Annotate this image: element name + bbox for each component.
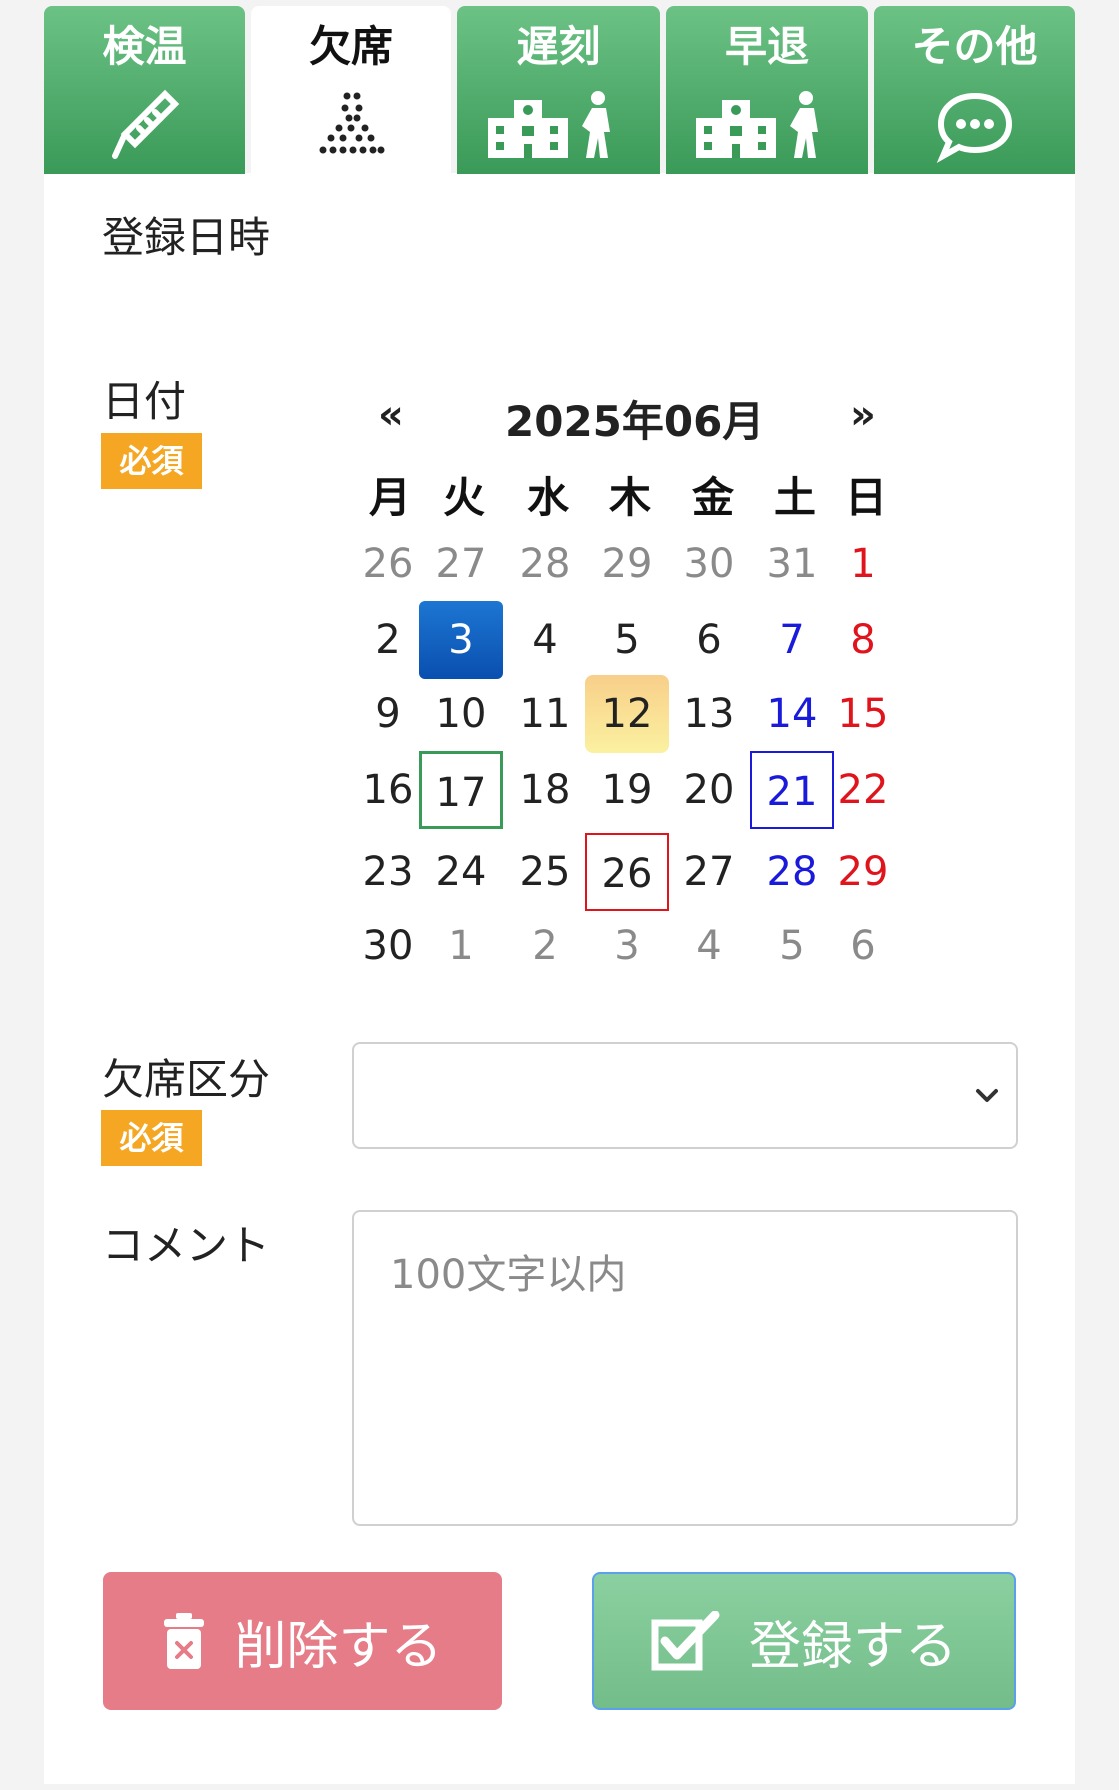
calendar-day[interactable]: 26 [346, 525, 430, 603]
chevron-down-icon [976, 1089, 998, 1102]
required-badge: 必須 [101, 433, 202, 489]
calendar-day[interactable]: 23 [346, 833, 430, 911]
calendar-day[interactable]: 3 [585, 907, 669, 985]
calendar-day[interactable]: 12 [585, 675, 669, 753]
absence-dots-icon [251, 86, 451, 166]
calendar-day[interactable]: 30 [346, 907, 430, 985]
weekday-mon: 月 [368, 473, 411, 522]
calendar-day[interactable]: 15 [821, 675, 905, 753]
calendar-day[interactable]: 4 [667, 907, 751, 985]
calendar-day[interactable]: 18 [503, 751, 587, 829]
calendar-day[interactable]: 26 [585, 833, 669, 911]
absence-type-select[interactable] [352, 1042, 1018, 1149]
tab-late[interactable]: 遅刻 [457, 6, 660, 174]
calendar-day[interactable]: 22 [821, 751, 905, 829]
weekday-fri: 金 [691, 473, 734, 522]
save-button-label: 登録する [748, 1616, 957, 1677]
calendar-day[interactable]: 20 [667, 751, 751, 829]
calendar-title: 2025年06月 [505, 397, 765, 446]
required-badge: 必須 [101, 1110, 202, 1166]
calendar-day[interactable]: 2 [503, 907, 587, 985]
calendar-day[interactable]: 29 [585, 525, 669, 603]
registered-at-label: 登録日時 [102, 213, 271, 262]
save-button[interactable]: 登録する [592, 1572, 1016, 1710]
calendar-day[interactable]: 6 [667, 601, 751, 679]
tab-other[interactable]: その他 [874, 6, 1075, 174]
weekday-tue: 火 [442, 473, 485, 522]
calendar-day[interactable]: 29 [821, 833, 905, 911]
thermometer-icon [44, 86, 245, 166]
calendar-day[interactable]: 6 [821, 907, 905, 985]
calendar-day[interactable]: 2 [346, 601, 430, 679]
absence-type-label: 欠席区分 [102, 1055, 271, 1104]
calendar-day[interactable]: 11 [503, 675, 587, 753]
calendar-day[interactable]: 28 [503, 525, 587, 603]
tab-early-leave[interactable]: 早退 [666, 6, 868, 174]
weekday-thu: 木 [608, 473, 651, 522]
prev-month-button[interactable]: « [378, 392, 404, 438]
trash-icon [162, 1611, 206, 1671]
tab-label: その他 [911, 22, 1038, 71]
weekday-wed: 水 [526, 473, 569, 522]
calendar-day[interactable]: 1 [419, 907, 503, 985]
calendar-day[interactable]: 19 [585, 751, 669, 829]
tab-temperature[interactable]: 検温 [44, 6, 245, 174]
delete-button-label: 削除する [234, 1616, 443, 1677]
calendar-day[interactable]: 5 [585, 601, 669, 679]
delete-button[interactable]: 削除する [103, 1572, 502, 1710]
school-walker-icon [457, 86, 660, 166]
calendar-day[interactable]: 8 [821, 601, 905, 679]
tab-label: 検温 [102, 22, 187, 71]
tab-bar: 検温 欠席 遅刻 早退 その他 [44, 6, 1075, 174]
weekday-sun: 日 [844, 473, 887, 522]
weekday-sat: 土 [773, 473, 816, 522]
calendar-day[interactable]: 4 [503, 601, 587, 679]
calendar-day[interactable]: 10 [419, 675, 503, 753]
next-month-button[interactable]: » [850, 392, 876, 438]
calendar-day[interactable]: 17 [419, 751, 503, 829]
checkbox-check-icon [651, 1611, 721, 1671]
calendar-day[interactable]: 13 [667, 675, 751, 753]
calendar-day[interactable]: 9 [346, 675, 430, 753]
calendar-day[interactable]: 16 [346, 751, 430, 829]
calendar-day[interactable]: 27 [419, 525, 503, 603]
calendar-day[interactable]: 3 [419, 601, 503, 679]
school-walker-icon [666, 86, 868, 166]
tab-label: 早退 [724, 22, 809, 71]
tab-label: 欠席 [308, 22, 393, 71]
calendar-day[interactable]: 27 [667, 833, 751, 911]
calendar-day[interactable]: 30 [667, 525, 751, 603]
speech-bubble-icon [874, 86, 1075, 166]
comment-label: コメント [102, 1221, 271, 1270]
tab-absence[interactable]: 欠席 [251, 6, 451, 174]
date-label: 日付 [102, 377, 187, 426]
calendar-day[interactable]: 1 [821, 525, 905, 603]
tab-label: 遅刻 [516, 22, 601, 71]
comment-textarea[interactable] [352, 1210, 1018, 1526]
calendar-day[interactable]: 24 [419, 833, 503, 911]
calendar-day[interactable]: 25 [503, 833, 587, 911]
